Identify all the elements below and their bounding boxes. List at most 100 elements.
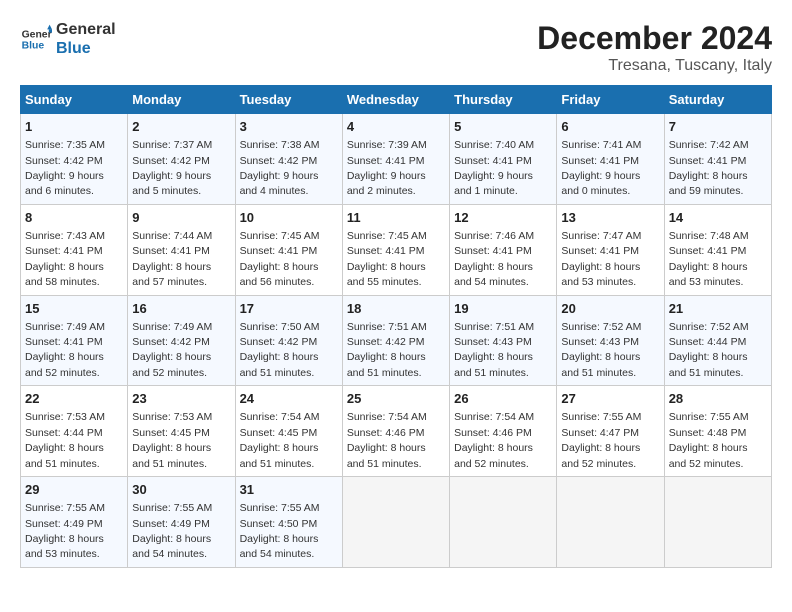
day-info: Sunrise: 7:40 AMSunset: 4:41 PMDaylight:…	[454, 139, 534, 197]
calendar-header-row: SundayMondayTuesdayWednesdayThursdayFrid…	[21, 86, 772, 114]
svg-text:Blue: Blue	[22, 41, 45, 52]
calendar-week-5: 29 Sunrise: 7:55 AMSunset: 4:49 PMDaylig…	[21, 477, 772, 568]
calendar-cell: 25 Sunrise: 7:54 AMSunset: 4:46 PMDaylig…	[342, 386, 449, 477]
day-number: 16	[132, 300, 230, 318]
calendar-cell: 10 Sunrise: 7:45 AMSunset: 4:41 PMDaylig…	[235, 204, 342, 295]
day-number: 7	[669, 118, 767, 136]
day-info: Sunrise: 7:50 AMSunset: 4:42 PMDaylight:…	[240, 321, 320, 379]
day-number: 2	[132, 118, 230, 136]
calendar-cell: 3 Sunrise: 7:38 AMSunset: 4:42 PMDayligh…	[235, 114, 342, 205]
day-info: Sunrise: 7:42 AMSunset: 4:41 PMDaylight:…	[669, 139, 749, 197]
logo-line2: Blue	[56, 39, 116, 58]
svg-text:General: General	[22, 30, 52, 41]
calendar-week-3: 15 Sunrise: 7:49 AMSunset: 4:41 PMDaylig…	[21, 295, 772, 386]
day-info: Sunrise: 7:49 AMSunset: 4:42 PMDaylight:…	[132, 321, 212, 379]
day-header-saturday: Saturday	[664, 86, 771, 114]
day-number: 31	[240, 481, 338, 499]
day-header-tuesday: Tuesday	[235, 86, 342, 114]
logo-icon: General Blue	[20, 23, 52, 55]
calendar-cell: 30 Sunrise: 7:55 AMSunset: 4:49 PMDaylig…	[128, 477, 235, 568]
day-number: 23	[132, 390, 230, 408]
calendar-cell: 2 Sunrise: 7:37 AMSunset: 4:42 PMDayligh…	[128, 114, 235, 205]
day-number: 15	[25, 300, 123, 318]
calendar-cell: 14 Sunrise: 7:48 AMSunset: 4:41 PMDaylig…	[664, 204, 771, 295]
day-info: Sunrise: 7:49 AMSunset: 4:41 PMDaylight:…	[25, 321, 105, 379]
day-info: Sunrise: 7:38 AMSunset: 4:42 PMDaylight:…	[240, 139, 320, 197]
day-info: Sunrise: 7:43 AMSunset: 4:41 PMDaylight:…	[25, 230, 105, 288]
day-number: 26	[454, 390, 552, 408]
calendar-cell: 26 Sunrise: 7:54 AMSunset: 4:46 PMDaylig…	[450, 386, 557, 477]
day-info: Sunrise: 7:54 AMSunset: 4:46 PMDaylight:…	[454, 411, 534, 469]
calendar-body: 1 Sunrise: 7:35 AMSunset: 4:42 PMDayligh…	[21, 114, 772, 568]
day-info: Sunrise: 7:55 AMSunset: 4:49 PMDaylight:…	[132, 502, 212, 560]
day-info: Sunrise: 7:54 AMSunset: 4:46 PMDaylight:…	[347, 411, 427, 469]
day-number: 4	[347, 118, 445, 136]
day-info: Sunrise: 7:35 AMSunset: 4:42 PMDaylight:…	[25, 139, 105, 197]
main-title: December 2024	[537, 20, 772, 57]
day-number: 29	[25, 481, 123, 499]
day-number: 11	[347, 209, 445, 227]
day-number: 20	[561, 300, 659, 318]
day-info: Sunrise: 7:55 AMSunset: 4:48 PMDaylight:…	[669, 411, 749, 469]
logo: General Blue General Blue	[20, 20, 116, 58]
day-number: 8	[25, 209, 123, 227]
calendar-cell: 28 Sunrise: 7:55 AMSunset: 4:48 PMDaylig…	[664, 386, 771, 477]
calendar-cell: 19 Sunrise: 7:51 AMSunset: 4:43 PMDaylig…	[450, 295, 557, 386]
day-header-wednesday: Wednesday	[342, 86, 449, 114]
day-header-friday: Friday	[557, 86, 664, 114]
day-info: Sunrise: 7:41 AMSunset: 4:41 PMDaylight:…	[561, 139, 641, 197]
calendar-cell: 7 Sunrise: 7:42 AMSunset: 4:41 PMDayligh…	[664, 114, 771, 205]
calendar-cell: 31 Sunrise: 7:55 AMSunset: 4:50 PMDaylig…	[235, 477, 342, 568]
day-info: Sunrise: 7:39 AMSunset: 4:41 PMDaylight:…	[347, 139, 427, 197]
day-number: 25	[347, 390, 445, 408]
location-subtitle: Tresana, Tuscany, Italy	[537, 57, 772, 75]
calendar-week-1: 1 Sunrise: 7:35 AMSunset: 4:42 PMDayligh…	[21, 114, 772, 205]
day-number: 17	[240, 300, 338, 318]
day-number: 24	[240, 390, 338, 408]
logo-line1: General	[56, 20, 116, 39]
calendar-cell: 8 Sunrise: 7:43 AMSunset: 4:41 PMDayligh…	[21, 204, 128, 295]
calendar-cell: 13 Sunrise: 7:47 AMSunset: 4:41 PMDaylig…	[557, 204, 664, 295]
calendar-cell: 5 Sunrise: 7:40 AMSunset: 4:41 PMDayligh…	[450, 114, 557, 205]
page-header: General Blue General Blue December 2024 …	[20, 20, 772, 75]
calendar-cell	[342, 477, 449, 568]
calendar-cell: 24 Sunrise: 7:54 AMSunset: 4:45 PMDaylig…	[235, 386, 342, 477]
title-block: December 2024 Tresana, Tuscany, Italy	[537, 20, 772, 75]
day-number: 18	[347, 300, 445, 318]
calendar-cell: 15 Sunrise: 7:49 AMSunset: 4:41 PMDaylig…	[21, 295, 128, 386]
calendar-cell: 17 Sunrise: 7:50 AMSunset: 4:42 PMDaylig…	[235, 295, 342, 386]
day-info: Sunrise: 7:48 AMSunset: 4:41 PMDaylight:…	[669, 230, 749, 288]
calendar-cell: 4 Sunrise: 7:39 AMSunset: 4:41 PMDayligh…	[342, 114, 449, 205]
calendar-cell: 16 Sunrise: 7:49 AMSunset: 4:42 PMDaylig…	[128, 295, 235, 386]
day-info: Sunrise: 7:37 AMSunset: 4:42 PMDaylight:…	[132, 139, 212, 197]
calendar-cell: 6 Sunrise: 7:41 AMSunset: 4:41 PMDayligh…	[557, 114, 664, 205]
calendar-week-4: 22 Sunrise: 7:53 AMSunset: 4:44 PMDaylig…	[21, 386, 772, 477]
calendar-cell: 1 Sunrise: 7:35 AMSunset: 4:42 PMDayligh…	[21, 114, 128, 205]
day-number: 30	[132, 481, 230, 499]
day-header-monday: Monday	[128, 86, 235, 114]
day-number: 5	[454, 118, 552, 136]
day-number: 6	[561, 118, 659, 136]
calendar-week-2: 8 Sunrise: 7:43 AMSunset: 4:41 PMDayligh…	[21, 204, 772, 295]
day-number: 12	[454, 209, 552, 227]
calendar-cell	[450, 477, 557, 568]
day-info: Sunrise: 7:53 AMSunset: 4:45 PMDaylight:…	[132, 411, 212, 469]
day-info: Sunrise: 7:52 AMSunset: 4:43 PMDaylight:…	[561, 321, 641, 379]
calendar-cell: 11 Sunrise: 7:45 AMSunset: 4:41 PMDaylig…	[342, 204, 449, 295]
day-number: 10	[240, 209, 338, 227]
day-info: Sunrise: 7:51 AMSunset: 4:42 PMDaylight:…	[347, 321, 427, 379]
calendar-cell: 22 Sunrise: 7:53 AMSunset: 4:44 PMDaylig…	[21, 386, 128, 477]
calendar-cell: 23 Sunrise: 7:53 AMSunset: 4:45 PMDaylig…	[128, 386, 235, 477]
calendar-cell	[664, 477, 771, 568]
day-number: 13	[561, 209, 659, 227]
day-number: 1	[25, 118, 123, 136]
day-info: Sunrise: 7:54 AMSunset: 4:45 PMDaylight:…	[240, 411, 320, 469]
calendar-table: SundayMondayTuesdayWednesdayThursdayFrid…	[20, 85, 772, 568]
day-info: Sunrise: 7:47 AMSunset: 4:41 PMDaylight:…	[561, 230, 641, 288]
calendar-cell: 27 Sunrise: 7:55 AMSunset: 4:47 PMDaylig…	[557, 386, 664, 477]
day-info: Sunrise: 7:51 AMSunset: 4:43 PMDaylight:…	[454, 321, 534, 379]
day-number: 14	[669, 209, 767, 227]
calendar-cell: 29 Sunrise: 7:55 AMSunset: 4:49 PMDaylig…	[21, 477, 128, 568]
day-info: Sunrise: 7:53 AMSunset: 4:44 PMDaylight:…	[25, 411, 105, 469]
day-number: 3	[240, 118, 338, 136]
